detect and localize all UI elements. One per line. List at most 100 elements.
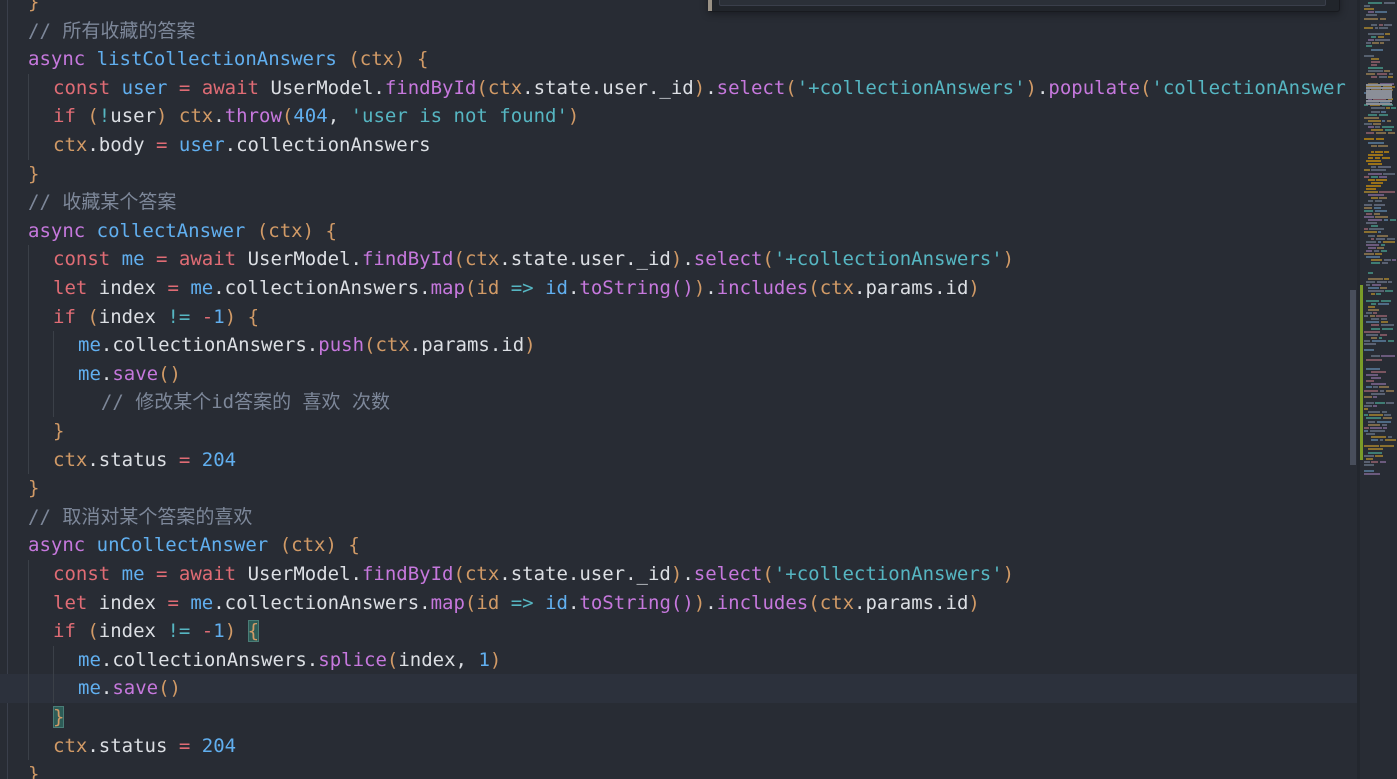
code-token: ( xyxy=(348,48,360,71)
minimap-line-stroke xyxy=(1382,119,1386,122)
code-line[interactable]: ctx.status = 204 xyxy=(0,446,1360,475)
code-line[interactable]: // 修改某个id答案的 喜欢 次数 xyxy=(0,388,1360,417)
minimap-line-stroke xyxy=(1385,389,1394,392)
minimap-line-stroke xyxy=(1364,253,1374,256)
code-line[interactable]: let index = me.collectionAnswers.map(id … xyxy=(0,274,1360,303)
minimap-line-stroke xyxy=(1382,423,1388,426)
code-token: includes xyxy=(716,277,809,299)
minimap-line-stroke xyxy=(1370,197,1378,200)
minimap-line-stroke xyxy=(1364,26,1373,29)
indent-guide xyxy=(28,245,29,274)
code-line[interactable]: async collectAnswer (ctx) { xyxy=(0,217,1360,246)
vertical-scrollbar-thumb[interactable] xyxy=(1350,290,1356,465)
minimap-line-stroke xyxy=(1379,386,1389,389)
code-token: 'user is not found' xyxy=(350,105,568,128)
minimap-line-stroke xyxy=(1364,343,1376,345)
minimap-line-stroke xyxy=(1379,333,1388,336)
minimap-line-stroke xyxy=(1373,122,1381,125)
code-line[interactable]: me.collectionAnswers.push(ctx.params.id) xyxy=(0,331,1360,360)
code-line[interactable]: me.save() xyxy=(0,674,1360,703)
code-line[interactable]: ctx.body = user.collectionAnswers xyxy=(0,131,1360,160)
code-line[interactable]: } xyxy=(0,760,1360,779)
minimap-line-stroke xyxy=(1368,271,1374,274)
code-token: .collectionAnswers xyxy=(213,277,420,299)
code-line-text: const me = await UserModel.findById(ctx.… xyxy=(0,245,1014,274)
code-line[interactable]: ctx.status = 204 xyxy=(0,732,1360,761)
code-token: select xyxy=(693,248,763,271)
code-line[interactable]: // 取消对某个答案的喜欢 xyxy=(0,503,1360,532)
minimap-line-stroke xyxy=(1366,45,1373,48)
code-token: 204 xyxy=(201,448,237,471)
code-line[interactable]: } xyxy=(0,160,1360,189)
minimap-line-stroke xyxy=(1386,107,1390,110)
minimap-line-stroke xyxy=(1380,318,1388,321)
code-line[interactable]: // 收藏某个答案 xyxy=(0,188,1360,217)
minimap[interactable] xyxy=(1360,0,1397,779)
code-token: me xyxy=(190,277,214,299)
minimap-line-stroke xyxy=(1380,250,1388,252)
minimap-line-stroke xyxy=(1366,299,1380,302)
code-token: me xyxy=(190,591,214,614)
minimap-line-stroke xyxy=(1368,423,1381,426)
minimap-line-stroke xyxy=(1366,188,1376,190)
code-line[interactable]: async listCollectionAnswers (ctx) { xyxy=(0,45,1360,74)
minimap-line-stroke xyxy=(1377,73,1388,76)
minimap-line-stroke xyxy=(1373,386,1378,389)
minimap-line-stroke xyxy=(1373,212,1380,215)
minimap-line-stroke xyxy=(1384,414,1392,417)
code-token: ) xyxy=(524,334,536,357)
code-line[interactable]: const user = await UserModel.findById(ct… xyxy=(0,74,1360,103)
overlay-panel[interactable] xyxy=(708,0,1340,12)
code-token: if xyxy=(53,620,76,643)
code-token: ctx xyxy=(53,734,88,757)
code-token: ) xyxy=(670,563,683,585)
code-line[interactable]: me.collectionAnswers.splice(index, 1) xyxy=(0,646,1360,675)
minimap-line-stroke xyxy=(1370,436,1386,438)
code-line[interactable]: } xyxy=(0,474,1360,503)
code-line[interactable]: me.save() xyxy=(0,360,1360,389)
code-token: ( xyxy=(281,105,294,128)
minimap-line-stroke xyxy=(1382,417,1393,420)
minimap-line-stroke xyxy=(1379,26,1388,29)
minimap-line-stroke xyxy=(1368,2,1383,4)
code-line[interactable]: if (index != -1) { xyxy=(0,303,1360,332)
minimap-line-stroke xyxy=(1385,33,1391,35)
code-line[interactable]: } xyxy=(0,703,1360,732)
code-line-text: async unCollectAnswer (ctx) { xyxy=(0,531,360,560)
code-line-text: } xyxy=(0,0,39,17)
minimap-line-stroke xyxy=(1369,429,1385,432)
code-line[interactable]: if (!user) ctx.throw(404, 'user is not f… xyxy=(0,102,1360,131)
minimap-line-stroke xyxy=(1366,42,1371,45)
code-line[interactable]: // 所有收藏的答案 xyxy=(0,17,1360,46)
code-token: } xyxy=(28,0,40,13)
minimap-line-stroke xyxy=(1364,339,1370,342)
code-token: . xyxy=(1036,76,1049,99)
minimap-line-stroke xyxy=(1383,172,1396,175)
minimap-line-stroke xyxy=(1375,132,1387,135)
code-editor-surface[interactable]: } // 所有收藏的答案 async listCollectionAnswers (… xyxy=(0,0,1360,779)
code-token: ) xyxy=(1025,76,1037,99)
code-token: != xyxy=(167,305,191,328)
minimap-line-stroke xyxy=(1368,33,1384,35)
code-line[interactable]: const me = await UserModel.findById(ctx.… xyxy=(0,560,1360,589)
code-line[interactable]: } xyxy=(0,417,1360,446)
code-line[interactable]: const me = await UserModel.findById(ctx.… xyxy=(0,245,1360,274)
code-line[interactable]: async unCollectAnswer (ctx) { xyxy=(0,531,1360,560)
code-token: me xyxy=(78,334,101,357)
code-line[interactable]: if (index != -1) { xyxy=(0,617,1360,646)
minimap-line-stroke xyxy=(1375,150,1383,153)
code-token: ) xyxy=(670,248,683,271)
minimap-line-stroke xyxy=(1370,23,1378,26)
minimap-line-stroke xyxy=(1370,336,1378,339)
minimap-line-stroke xyxy=(1366,417,1382,420)
code-token: save xyxy=(112,677,159,700)
overlay-input-field[interactable] xyxy=(719,0,1326,6)
code-line[interactable]: let index = me.collectionAnswers.map(id … xyxy=(0,589,1360,618)
